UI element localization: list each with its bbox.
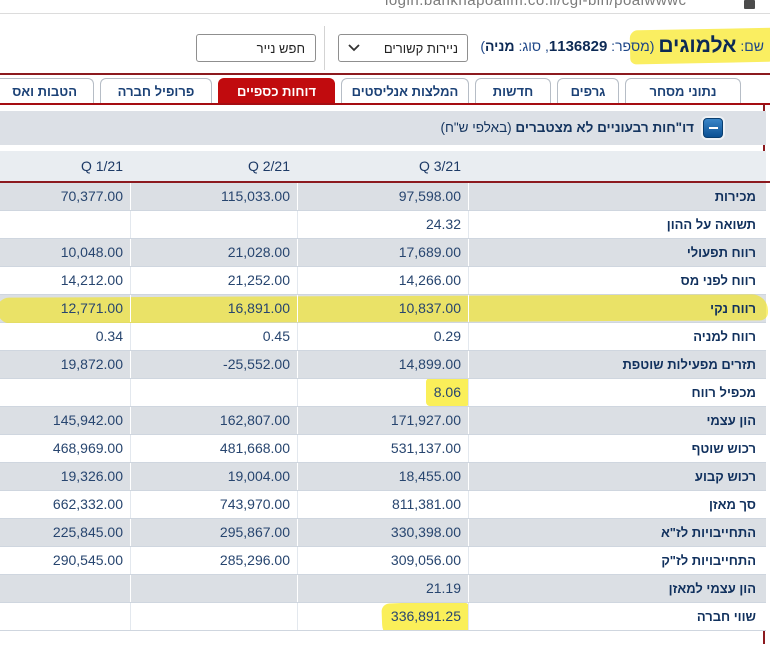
table-row: הון עצמי למאזן 21.19 (0, 575, 766, 603)
browser-extension-icon (744, 0, 755, 9)
security-type: מניה (484, 38, 515, 54)
tab-analyst-recommendations[interactable]: המלצות אנליסטים (341, 78, 469, 103)
tab-trading-data[interactable]: נתוני מסחר (625, 78, 741, 103)
value-highlight-marker: 336,891.25 (391, 603, 461, 630)
financial-table: מכירות 97,598.00 115,033.00 70,377.00 תש… (0, 183, 769, 631)
tab-bar: נתוני מסחר גרפים חדשות המלצות אנליסטים ד… (0, 78, 741, 103)
header-divider (324, 26, 325, 70)
table-row: תזרים מפעילות שוטפת 14,899.00 -25,552.00… (0, 351, 766, 379)
table-row-net-profit: רווח נקי 10,837.00 16,891.00 12,771.00 (0, 294, 769, 324)
table-row: הון עצמי 171,927.00 162,807.00 145,942.0… (0, 407, 766, 435)
collapse-button[interactable] (703, 118, 723, 138)
related-securities-select[interactable]: ניירות קשורים (338, 34, 468, 62)
value-highlight-marker: 8.06 (425, 379, 468, 406)
table-row: התחייבויות לז"א 330,398.00 295,867.00 22… (0, 519, 766, 547)
chevron-down-icon (348, 44, 360, 52)
table-row: תשואה על ההון 24.32 (0, 211, 766, 239)
tab-news[interactable]: חדשות (475, 78, 551, 103)
section-title: דו"חות רבעוניים לא מצטברים (באלפי ש"ח) (440, 120, 694, 135)
table-row: מכירות 97,598.00 115,033.00 70,377.00 (0, 183, 766, 211)
column-header-q3: Q 3/21 (418, 158, 461, 174)
browser-url-bar: login.bankhapoalim.co.il/cgi-bin/poalwww… (0, 0, 770, 14)
related-securities-select-value: ניירות קשורים (383, 40, 458, 56)
name-label: שם: (736, 38, 764, 54)
type-prefix: , סוג: (514, 38, 549, 54)
minus-icon (708, 127, 718, 129)
table-row-company-value: שווי חברה 336,891.25 (0, 603, 766, 631)
column-header-row: Q 3/21 Q 2/21 Q 1/21 (0, 151, 766, 181)
column-header-q1: Q 1/21 (80, 158, 123, 174)
browser-url-text: login.bankhapoalim.co.il/cgi-bin/poalwww… (385, 0, 687, 9)
section-header: דו"חות רבעוניים לא מצטברים (באלפי ש"ח) (0, 111, 766, 145)
number-prefix: (מספר: (607, 38, 659, 54)
tab-company-profile[interactable]: פרופיל חברה (100, 78, 212, 103)
column-header-label-spacer (468, 151, 766, 181)
security-name-line: שם: אלמוגים (מספר: 1136829, סוג: מניה) (480, 33, 764, 57)
header-bottom-border (0, 73, 770, 75)
table-row: רווח לפני מס 14,266.00 21,252.00 14,212.… (0, 267, 766, 295)
tab-benefits[interactable]: הטבות ואס (0, 78, 94, 103)
security-number: 1136829 (548, 38, 608, 55)
tab-graphs[interactable]: גרפים (557, 78, 619, 103)
table-row-pe-ratio: מכפיל רווח 8.06 (0, 379, 766, 407)
tab-financial-reports[interactable]: דוחות כספיים (218, 78, 335, 103)
table-row: רכוש קבוע 18,455.00 19,004.00 19,326.00 (0, 463, 766, 491)
table-row: התחייבויות לז"ק 309,056.00 285,296.00 29… (0, 547, 766, 575)
tab-underline (0, 103, 770, 105)
table-row: רווח למניה 0.29 0.45 0.34 (0, 323, 766, 351)
column-header-q2: Q 2/21 (247, 158, 290, 174)
table-row: רווח תפעולי 17,689.00 21,028.00 10,048.0… (0, 239, 766, 267)
table-row: סך מאזן 811,381.00 743,970.00 662,332.00 (0, 491, 766, 519)
security-name: אלמוגים (658, 34, 737, 57)
table-row: רכוש שוטף 531,137.00 481,668.00 468,969.… (0, 435, 766, 463)
search-paper-button[interactable]: חפש נייר (196, 34, 316, 62)
